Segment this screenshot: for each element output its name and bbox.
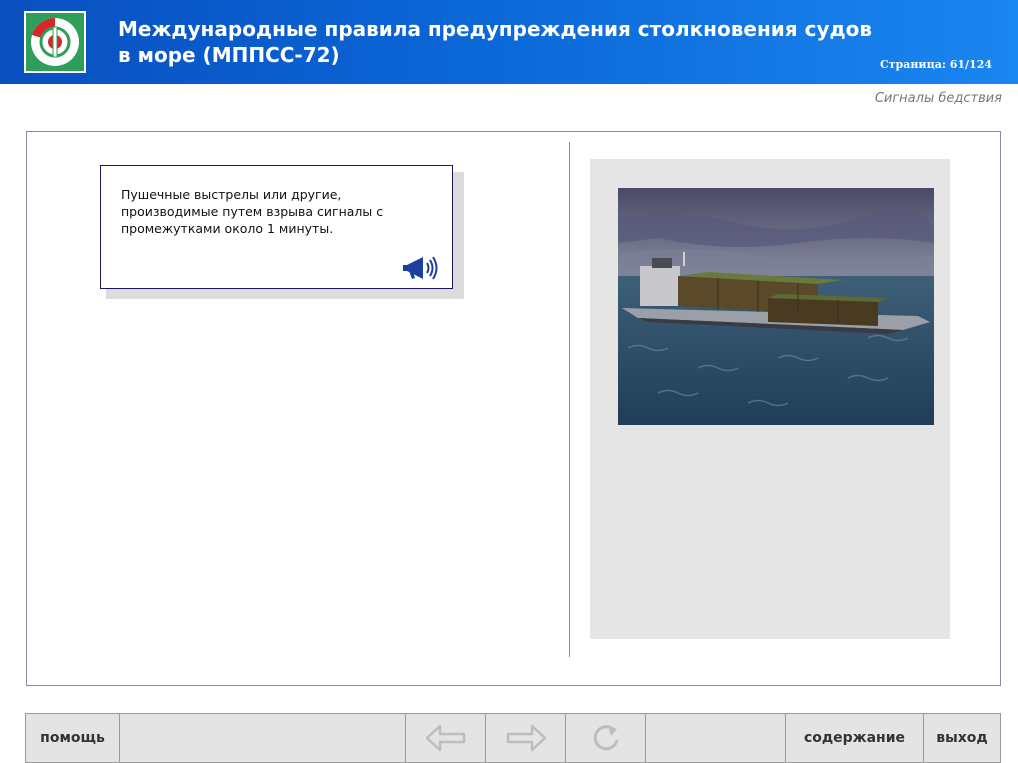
page-indicator: Страница: 61/124 (879, 58, 992, 71)
logo-emblem (31, 17, 79, 66)
logo (24, 11, 86, 73)
nav-spacer-left (120, 714, 406, 762)
exit-button[interactable]: выход (924, 714, 1000, 762)
ship-illustration (618, 188, 934, 425)
column-divider (569, 142, 570, 657)
card-text: Пушечные выстрелы или другие, производим… (121, 187, 384, 236)
help-button[interactable]: помощь (26, 714, 120, 762)
title-line-2: в море (МППСС-72) (118, 43, 340, 67)
reload-icon (593, 725, 618, 751)
megaphone-icon[interactable] (401, 254, 441, 282)
title-line-1: Международные правила предупреждения сто… (118, 17, 873, 41)
header-bar: Международные правила предупреждения сто… (0, 0, 1018, 84)
section-title: Сигналы бедствия (874, 91, 1002, 106)
contents-button[interactable]: содержание (786, 714, 924, 762)
arrow-right-icon (506, 724, 546, 752)
content-panel: Пушечные выстрелы или другие, производим… (26, 131, 1001, 686)
page-title: Международные правила предупреждения сто… (118, 16, 878, 68)
info-card: Пушечные выстрелы или другие, производим… (100, 165, 453, 289)
arrow-left-icon (425, 724, 465, 752)
nav-spacer-right (646, 714, 786, 762)
image-panel (590, 159, 950, 639)
reload-button[interactable] (566, 714, 646, 762)
forward-button[interactable] (486, 714, 566, 762)
navigation-bar: помощь содержание выход (25, 713, 1001, 763)
back-button[interactable] (406, 714, 486, 762)
